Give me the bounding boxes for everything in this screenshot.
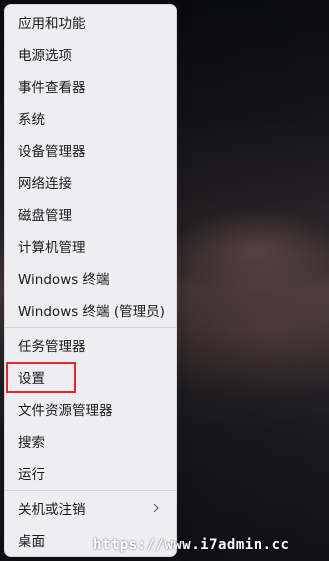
winx-context-menu: 应用和功能 电源选项 事件查看器 系统 设备管理器 网络连接 磁盘管理 计算机管…	[4, 4, 177, 557]
menu-item-label: 搜索	[18, 435, 45, 451]
menu-item-shutdown-signout[interactable]: 关机或注销	[5, 492, 176, 524]
menu-item-file-explorer[interactable]: 文件资源管理器	[5, 393, 176, 425]
menu-item-label: 应用和功能	[18, 16, 86, 32]
menu-item-power-options[interactable]: 电源选项	[5, 38, 176, 70]
menu-item-windows-terminal[interactable]: Windows 终端	[5, 262, 176, 294]
menu-item-label: Windows 终端	[18, 272, 110, 288]
menu-item-event-viewer[interactable]: 事件查看器	[5, 70, 176, 102]
menu-item-label: Windows 终端 (管理员)	[18, 304, 165, 320]
menu-item-label: 文件资源管理器	[18, 403, 113, 419]
menu-separator	[5, 490, 176, 491]
chevron-right-icon	[153, 503, 159, 513]
menu-item-settings[interactable]: 设置	[5, 361, 176, 393]
menu-item-label: 设备管理器	[18, 144, 86, 160]
menu-item-label: 磁盘管理	[18, 208, 72, 224]
menu-item-disk-management[interactable]: 磁盘管理	[5, 198, 176, 230]
menu-item-run[interactable]: 运行	[5, 457, 176, 489]
menu-item-label: 网络连接	[18, 176, 72, 192]
menu-item-label: 关机或注销	[18, 502, 86, 518]
menu-item-label: 系统	[18, 112, 45, 128]
menu-item-apps-features[interactable]: 应用和功能	[5, 6, 176, 38]
menu-item-label: 任务管理器	[18, 339, 86, 355]
menu-item-task-manager[interactable]: 任务管理器	[5, 329, 176, 361]
menu-item-label: 运行	[18, 467, 45, 483]
menu-item-label: 电源选项	[18, 48, 72, 64]
menu-separator	[5, 327, 176, 328]
menu-item-label: 事件查看器	[18, 80, 86, 96]
menu-item-search[interactable]: 搜索	[5, 425, 176, 457]
menu-item-system[interactable]: 系统	[5, 102, 176, 134]
menu-item-network-connections[interactable]: 网络连接	[5, 166, 176, 198]
menu-item-windows-terminal-admin[interactable]: Windows 终端 (管理员)	[5, 294, 176, 326]
watermark-text: https://www.i7admin.cc	[93, 537, 290, 553]
menu-item-label: 桌面	[18, 534, 45, 550]
menu-item-device-manager[interactable]: 设备管理器	[5, 134, 176, 166]
menu-item-label: 设置	[18, 371, 45, 387]
menu-item-label: 计算机管理	[18, 240, 86, 256]
menu-item-computer-management[interactable]: 计算机管理	[5, 230, 176, 262]
